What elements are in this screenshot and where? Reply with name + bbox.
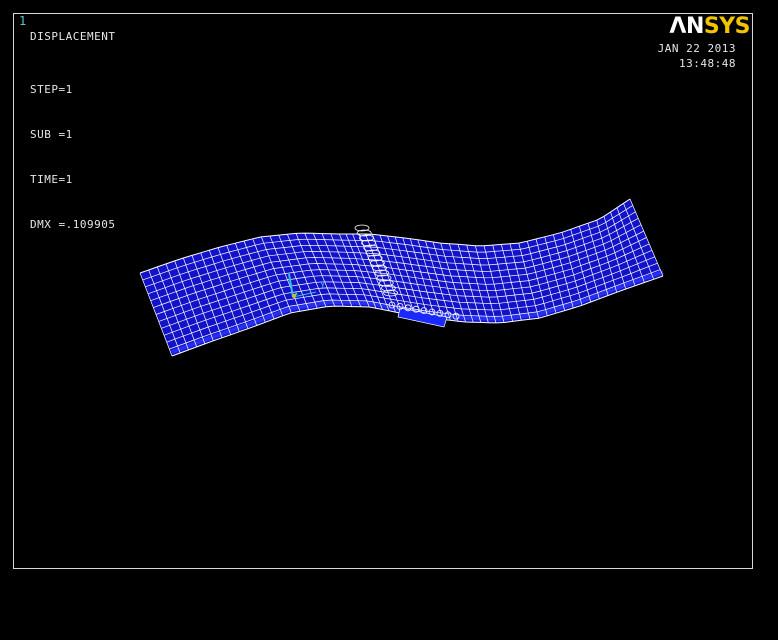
deformed-mesh-plot[interactable]: Y — [0, 0, 778, 640]
triad-y-label: Y — [320, 281, 326, 291]
